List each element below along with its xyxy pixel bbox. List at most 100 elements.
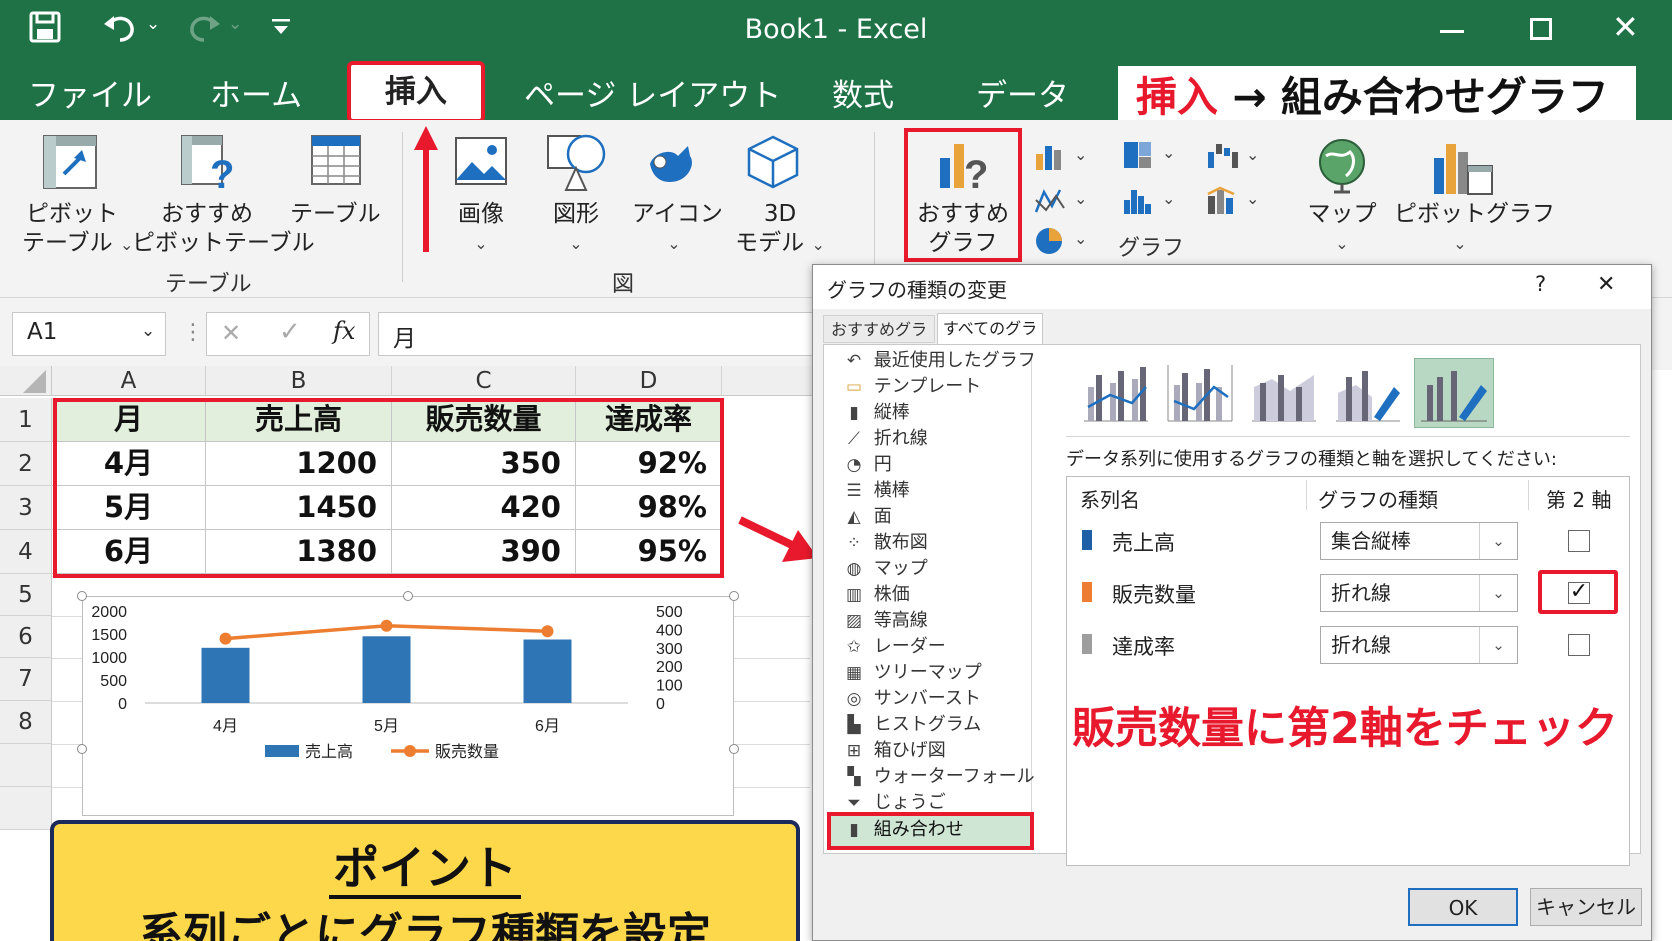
icons-bird-icon <box>644 134 700 194</box>
sunburst-icon: ◎ <box>846 689 862 709</box>
tab-formulas[interactable]: 数式 <box>832 70 894 115</box>
y2-axis-tick-label: 300 <box>656 641 683 658</box>
select-all-corner[interactable] <box>0 366 52 396</box>
recommended-pivot-button[interactable]: おすすめ ピボットテーブル <box>132 200 315 258</box>
chart-type-radar[interactable]: ✩ レーダー <box>840 634 946 660</box>
chart-resize-handle[interactable] <box>729 591 739 601</box>
chart-type-map[interactable]: ◍ マップ <box>840 556 928 582</box>
chart-type-template[interactable]: ▭ テンプレート <box>840 374 981 400</box>
combo-thumb-area-column[interactable] <box>1248 357 1320 425</box>
icons-button[interactable]: アイコン ⌄ <box>632 200 723 258</box>
cancel-x-icon[interactable]: ✕ <box>221 319 241 347</box>
column-chart-icon[interactable]: ⌄ <box>1034 142 1090 174</box>
svg-text:⌄: ⌄ <box>1162 143 1175 162</box>
help-icon[interactable]: ? <box>1535 272 1546 296</box>
chart-type-bar[interactable]: ☰ 横棒 <box>840 478 909 504</box>
chart-resize-handle[interactable] <box>403 591 413 601</box>
name-box[interactable]: A1 ⌄ <box>12 312 166 356</box>
chart-type-combo[interactable]: ▮ 組み合わせ <box>840 817 963 843</box>
instruction-callout: 挿入 → 組み合わせグラフ <box>1118 66 1636 128</box>
shapes-button[interactable]: 図形 ⌄ <box>544 200 608 258</box>
maximize-icon[interactable] <box>1530 18 1552 40</box>
image-button[interactable]: 画像 ⌄ <box>448 200 514 258</box>
secondary-axis-checkbox-achievement[interactable] <box>1568 634 1590 656</box>
row-header-5[interactable]: 5 <box>0 574 52 616</box>
chart-type-treemap[interactable]: ▦ ツリーマップ <box>840 660 982 686</box>
window-title: Book1 - Excel <box>744 14 928 45</box>
row-header-3[interactable]: 3 <box>0 486 52 530</box>
enter-check-icon[interactable]: ✓ <box>279 317 301 347</box>
hierarchy-chart-icon[interactable]: ⌄ <box>1122 140 1178 174</box>
chart-type-surface[interactable]: ▨ 等高線 <box>840 608 928 634</box>
tab-all-charts[interactable]: すべてのグラフ <box>937 313 1043 368</box>
group-label-table: テーブル <box>165 272 252 297</box>
map-button[interactable]: マップ ⌄ <box>1306 200 1378 258</box>
close-icon[interactable]: ✕ <box>1612 8 1639 46</box>
line-chart-icon[interactable]: ⌄ <box>1034 186 1090 220</box>
row-header-2[interactable]: 2 <box>0 442 52 486</box>
combo-chart[interactable]: 2000 1500 1000 500 0 500 400 300 200 100 0 4月 5月 6月 売上… <box>82 596 734 816</box>
row-header-9[interactable] <box>0 744 52 787</box>
radar-icon: ✩ <box>846 637 862 657</box>
row-header-7[interactable]: 7 <box>0 658 52 701</box>
series-instruction: データ系列に使用するグラフの種類と軸を選択してください: <box>1066 449 1557 470</box>
table-button[interactable]: テーブル <box>290 200 381 229</box>
chart-type-pie[interactable]: ◔ 円 <box>840 452 892 478</box>
close-icon[interactable]: ✕ <box>1597 272 1615 297</box>
pivot-table-button[interactable]: ピボット テーブル ⌄ <box>22 200 133 259</box>
insert-function-icon[interactable]: fx <box>333 317 355 345</box>
chart-type-stock[interactable]: ▥ 株価 <box>840 582 910 608</box>
chart-type-scatter[interactable]: ⁘ 散布図 <box>840 530 928 556</box>
combo-thumb-custom-selected[interactable] <box>1414 358 1494 428</box>
pie-icon: ◔ <box>846 455 862 475</box>
secondary-axis-checkbox-quantity[interactable]: ✓ <box>1568 581 1590 604</box>
pivot-chart-button[interactable]: ピボットグラフ ⌄ <box>1394 200 1555 258</box>
chart-type-sunburst[interactable]: ◎ サンバースト <box>840 686 981 712</box>
red-up-arrow <box>414 126 438 258</box>
column-header-e[interactable] <box>722 366 822 396</box>
cancel-button[interactable]: キャンセル <box>1530 888 1642 926</box>
row-header-8[interactable]: 8 <box>0 701 52 744</box>
tab-file[interactable]: ファイル <box>28 70 152 115</box>
recommended-chart-button[interactable]: おすすめ グラフ <box>912 200 1014 258</box>
series-type-dropdown-achievement[interactable]: 折れ線 ⌄ <box>1320 626 1518 664</box>
tab-recommended-charts[interactable]: おすすめグラフ <box>823 315 935 367</box>
column-header-b[interactable]: B <box>206 366 392 396</box>
chart-type-recent[interactable]: ↶ 最近使用したグラフ <box>840 348 1036 374</box>
row-header-10[interactable] <box>0 787 52 830</box>
chart-type-column[interactable]: ▮ 縦棒 <box>840 400 909 426</box>
combo-thumb-custom[interactable] <box>1332 357 1404 425</box>
column-header-a[interactable]: A <box>52 366 206 396</box>
chart-type-waterfall[interactable]: ▚ ウォーターフォール <box>840 764 1034 790</box>
combo-thumb-column-line-secondary[interactable] <box>1164 357 1236 425</box>
chart-type-histogram[interactable]: ▙ ヒストグラム <box>840 712 981 738</box>
column-header-d[interactable]: D <box>576 366 722 396</box>
row-header-6[interactable]: 6 <box>0 616 52 658</box>
column-header-c[interactable]: C <box>392 366 576 396</box>
tab-data[interactable]: データ <box>976 70 1069 115</box>
combo-chart-icon[interactable]: ⌄ <box>1206 186 1262 220</box>
series-type-dropdown-sales[interactable]: 集合縦棒 ⌄ <box>1320 522 1518 560</box>
statistic-chart-icon[interactable]: ⌄ <box>1122 186 1178 220</box>
tab-page-layout[interactable]: ページ レイアウト <box>524 70 781 115</box>
ok-button[interactable]: OK <box>1408 888 1518 926</box>
waterfall-chart-icon[interactable]: ⌄ <box>1206 142 1262 174</box>
minimize-icon[interactable] <box>1440 30 1464 33</box>
chart-resize-handle[interactable] <box>729 744 739 754</box>
3d-model-button[interactable]: 3D モデル ⌄ <box>734 200 826 259</box>
chart-resize-handle[interactable] <box>77 591 87 601</box>
tab-home[interactable]: ホーム <box>210 70 302 115</box>
chart-resize-handle[interactable] <box>77 744 87 754</box>
chart-type-line[interactable]: ⟋ 折れ線 <box>840 426 928 452</box>
tab-insert[interactable]: 挿入 <box>347 61 485 123</box>
row-header-4[interactable]: 4 <box>0 530 52 574</box>
chart-type-boxwhisker[interactable]: ⊞ 箱ひげ図 <box>840 738 946 764</box>
row-header-1[interactable]: 1 <box>0 398 52 442</box>
formula-input[interactable]: 月 <box>378 312 818 356</box>
pie-chart-icon[interactable]: ⌄ <box>1034 226 1090 260</box>
combo-thumb-column-line[interactable] <box>1080 357 1152 425</box>
chart-type-area[interactable]: ◭ 面 <box>840 504 891 530</box>
secondary-axis-checkbox-sales[interactable] <box>1568 530 1590 552</box>
series-type-dropdown-quantity[interactable]: 折れ線 ⌄ <box>1320 574 1518 612</box>
chevron-down-icon: ⌄ <box>1479 627 1517 663</box>
